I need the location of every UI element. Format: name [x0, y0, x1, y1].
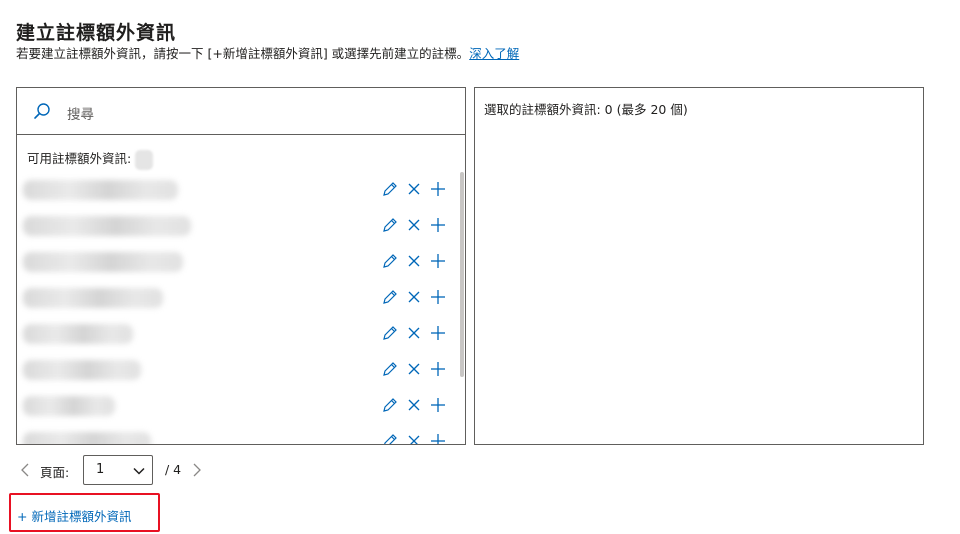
add-icon[interactable]: [429, 216, 447, 234]
row-actions: [381, 360, 447, 378]
page-subtitle: 若要建立註標額外資訊，請按一下 [+新增註標額外資訊] 或選擇先前建立的註標。深…: [16, 43, 519, 62]
add-icon[interactable]: [429, 252, 447, 270]
search-icon: [34, 103, 50, 119]
available-list: [17, 172, 465, 445]
row-actions: [381, 324, 447, 342]
list-scrollbar[interactable]: [460, 172, 464, 377]
add-icon[interactable]: [429, 432, 447, 445]
page-select[interactable]: 1: [83, 455, 153, 485]
edit-icon[interactable]: [381, 180, 399, 198]
list-item[interactable]: [17, 208, 457, 244]
callout-name-redacted: [23, 396, 115, 416]
chevron-right-icon[interactable]: [190, 462, 204, 478]
delete-icon[interactable]: [405, 252, 423, 270]
add-icon[interactable]: [429, 360, 447, 378]
row-actions: [381, 288, 447, 306]
delete-icon[interactable]: [405, 360, 423, 378]
callout-name-redacted: [23, 324, 133, 344]
row-actions: [381, 396, 447, 414]
available-count-redacted: [135, 149, 154, 170]
selected-callouts-panel: 選取的註標額外資訊: 0 (最多 20 個): [474, 87, 924, 445]
edit-icon[interactable]: [381, 252, 399, 270]
callout-name-redacted: [23, 180, 178, 200]
list-item[interactable]: [17, 424, 457, 445]
pager-total: / 4: [165, 462, 182, 477]
delete-icon[interactable]: [405, 324, 423, 342]
edit-icon[interactable]: [381, 360, 399, 378]
callout-name-redacted: [23, 432, 151, 444]
selected-label: 選取的註標額外資訊: 0 (最多 20 個): [484, 102, 688, 117]
add-callout-button[interactable]: + 新增註標額外資訊: [17, 506, 131, 525]
callout-name-redacted: [23, 360, 141, 380]
list-item[interactable]: [17, 172, 457, 208]
list-item[interactable]: [17, 316, 457, 352]
add-icon[interactable]: [429, 396, 447, 414]
delete-icon[interactable]: [405, 396, 423, 414]
row-actions: [381, 180, 447, 198]
delete-icon[interactable]: [405, 432, 423, 445]
chevron-left-icon[interactable]: [18, 462, 32, 478]
subtitle-text: 若要建立註標額外資訊，請按一下 [+新增註標額外資訊] 或選擇先前建立的註標。: [16, 46, 470, 61]
row-actions: [381, 216, 447, 234]
edit-icon[interactable]: [381, 396, 399, 414]
add-icon[interactable]: [429, 288, 447, 306]
learn-more-link[interactable]: 深入了解: [469, 46, 519, 61]
list-item[interactable]: [17, 388, 457, 424]
search-placeholder: 搜尋: [67, 107, 94, 123]
row-actions: [381, 432, 447, 445]
delete-icon[interactable]: [405, 216, 423, 234]
page-select-value: 1: [96, 462, 105, 477]
callout-name-redacted: [23, 216, 191, 236]
add-icon[interactable]: [429, 180, 447, 198]
list-item[interactable]: [17, 352, 457, 388]
edit-icon[interactable]: [381, 324, 399, 342]
edit-icon[interactable]: [381, 432, 399, 445]
available-callouts-panel: 搜尋 可用註標額外資訊:: [16, 87, 466, 445]
callout-name-redacted: [23, 252, 183, 272]
delete-icon[interactable]: [405, 288, 423, 306]
edit-icon[interactable]: [381, 288, 399, 306]
row-actions: [381, 252, 447, 270]
callout-name-redacted: [23, 288, 163, 308]
add-callout-button-highlight[interactable]: + 新增註標額外資訊: [9, 493, 160, 532]
list-item[interactable]: [17, 280, 457, 316]
page-title: 建立註標額外資訊: [16, 22, 177, 44]
list-item[interactable]: [17, 244, 457, 280]
search-input[interactable]: 搜尋: [17, 88, 465, 135]
add-icon[interactable]: [429, 324, 447, 342]
edit-icon[interactable]: [381, 216, 399, 234]
chevron-down-icon: [133, 467, 145, 475]
delete-icon[interactable]: [405, 180, 423, 198]
pager-label: 頁面:: [40, 465, 70, 480]
available-label: 可用註標額外資訊:: [27, 148, 154, 170]
